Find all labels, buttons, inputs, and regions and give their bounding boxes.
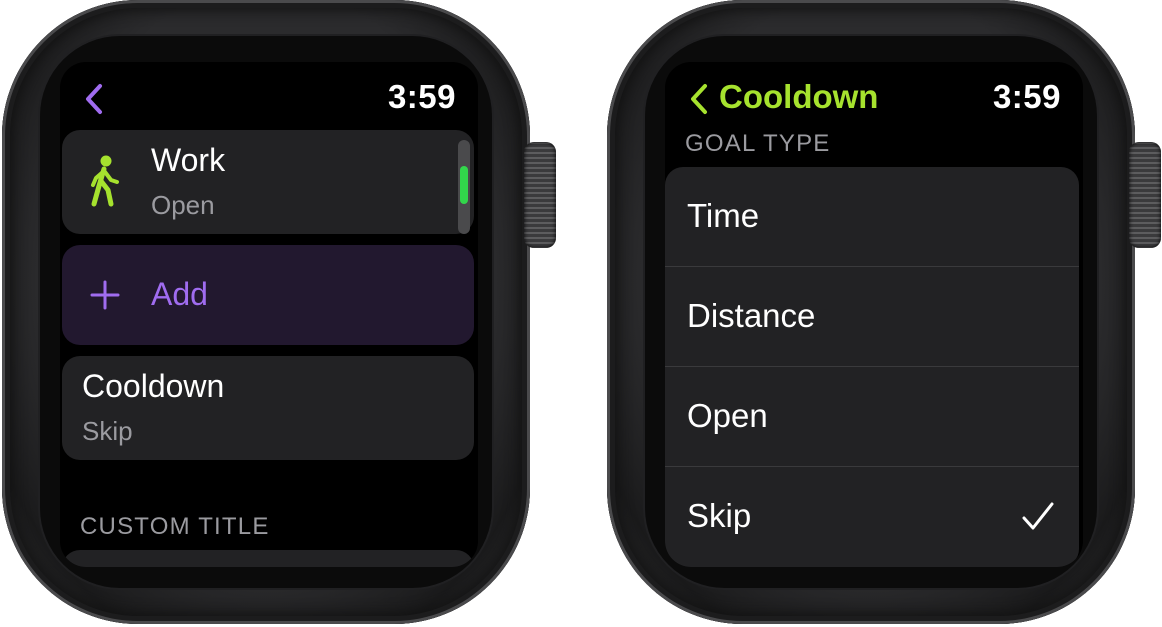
cooldown-row[interactable]: Cooldown Skip <box>62 356 474 460</box>
option-time[interactable]: Time <box>665 167 1079 267</box>
cooldown-title: Cooldown <box>82 368 225 404</box>
nav-title[interactable]: Cooldown <box>719 78 878 116</box>
left-watch: 3:59 Work Open Add Cooldown Skip CUSTOM … <box>2 0 556 627</box>
work-row[interactable]: Work Open <box>62 130 474 234</box>
goal-type-list: Time Distance Open Skip <box>665 167 1079 567</box>
watch-screen: 3:59 Work Open Add Cooldown Skip CUSTOM … <box>60 62 478 567</box>
back-chevron-icon[interactable] <box>685 82 715 114</box>
custom-title-field[interactable] <box>62 550 474 567</box>
add-button[interactable]: Add <box>62 245 474 345</box>
custom-title-header: CUSTOM TITLE <box>80 513 270 540</box>
clock-time: 3:59 <box>992 78 1061 115</box>
plus-icon <box>90 280 120 310</box>
watch-screen: Cooldown 3:59 GOAL TYPE Time Distance Op… <box>665 62 1083 567</box>
option-label: Distance <box>687 297 816 334</box>
option-label: Skip <box>687 497 752 534</box>
status-bar: Cooldown 3:59 <box>665 78 1083 118</box>
back-chevron-icon[interactable] <box>80 82 110 114</box>
right-watch: Cooldown 3:59 GOAL TYPE Time Distance Op… <box>607 0 1161 627</box>
work-title: Work <box>151 142 226 178</box>
add-label: Add <box>151 276 208 312</box>
work-subtitle: Open <box>151 190 215 220</box>
option-open[interactable]: Open <box>665 367 1079 467</box>
checkmark-icon <box>1021 501 1055 533</box>
goal-type-header: GOAL TYPE <box>685 130 831 157</box>
digital-crown[interactable] <box>524 142 556 248</box>
option-skip[interactable]: Skip <box>665 467 1079 567</box>
option-label: Open <box>687 397 768 434</box>
clock-time: 3:59 <box>387 78 456 115</box>
digital-crown[interactable] <box>1129 142 1161 248</box>
walking-icon <box>84 154 124 210</box>
status-bar: 3:59 <box>60 78 478 118</box>
option-distance[interactable]: Distance <box>665 267 1079 367</box>
cooldown-subtitle: Skip <box>82 416 133 446</box>
option-label: Time <box>687 197 760 234</box>
scroll-indicator <box>458 140 470 234</box>
